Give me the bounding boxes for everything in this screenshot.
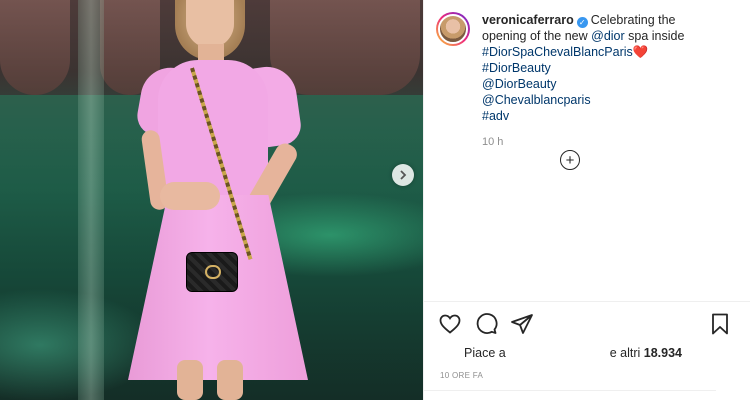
avatar bbox=[438, 14, 468, 44]
comment-icon bbox=[476, 313, 498, 334]
avatar-story-ring[interactable] bbox=[436, 12, 470, 46]
likes-count[interactable]: 18.934 bbox=[644, 346, 682, 360]
hands bbox=[160, 182, 220, 210]
share-button[interactable] bbox=[510, 312, 534, 336]
post-timestamp[interactable]: 10 ORE FA bbox=[440, 371, 483, 380]
comment-button[interactable] bbox=[474, 312, 498, 336]
bag-logo bbox=[205, 265, 221, 279]
post-details-panel: veronicaferraro ✓ Celebrating the opening … bbox=[423, 0, 750, 400]
next-photo-button[interactable] bbox=[392, 164, 414, 186]
heart-emoji: ❤️ bbox=[632, 45, 649, 59]
leg bbox=[217, 360, 243, 400]
tag-link[interactable]: @DiorBeauty bbox=[482, 76, 712, 92]
tag-link[interactable]: @Chevalblancparis bbox=[482, 92, 712, 108]
like-button[interactable] bbox=[438, 312, 462, 336]
action-bar bbox=[438, 312, 738, 336]
post-photo[interactable] bbox=[0, 0, 423, 400]
tag-link[interactable]: #DiorBeauty bbox=[482, 60, 712, 76]
face bbox=[186, 0, 234, 48]
divider bbox=[424, 301, 750, 302]
woman-figure bbox=[120, 0, 320, 400]
background-arch bbox=[0, 0, 70, 95]
hashtag-link[interactable]: #DiorSpaChevalBlancParis bbox=[482, 45, 633, 59]
leg bbox=[177, 360, 203, 400]
legs bbox=[165, 360, 255, 400]
likes-suffix[interactable]: e altri bbox=[610, 346, 641, 360]
hashtag-line: #DiorSpaChevalBlancParis❤️ bbox=[482, 44, 712, 60]
heart-icon bbox=[439, 314, 461, 334]
likes-prefix: Piace a bbox=[464, 346, 506, 360]
caption-row: veronicaferraro ✓ Celebrating the opening … bbox=[436, 12, 744, 124]
caption-relative-time: 10 h bbox=[482, 136, 504, 148]
chevron-right-icon bbox=[400, 170, 407, 180]
save-button[interactable] bbox=[708, 312, 732, 336]
likes-summary: Piace a e altri 18.934 bbox=[464, 346, 744, 360]
divider bbox=[424, 390, 716, 391]
verified-badge-icon: ✓ bbox=[576, 17, 588, 28]
bookmark-icon bbox=[712, 313, 728, 335]
caption-text-end: spa inside bbox=[624, 29, 685, 43]
mention-link[interactable]: @dior bbox=[591, 29, 625, 43]
username-link[interactable]: veronicaferraro bbox=[482, 13, 574, 27]
add-comment-button[interactable]: + bbox=[560, 150, 580, 170]
plus-circle-icon: + bbox=[565, 151, 575, 169]
instagram-post: veronicaferraro ✓ Celebrating the opening … bbox=[0, 0, 750, 400]
paper-plane-icon bbox=[511, 314, 533, 334]
background-pillar bbox=[78, 0, 104, 400]
caption: veronicaferraro ✓ Celebrating the opening … bbox=[482, 12, 712, 124]
tag-link[interactable]: #adv bbox=[482, 108, 712, 124]
handbag bbox=[186, 252, 238, 292]
